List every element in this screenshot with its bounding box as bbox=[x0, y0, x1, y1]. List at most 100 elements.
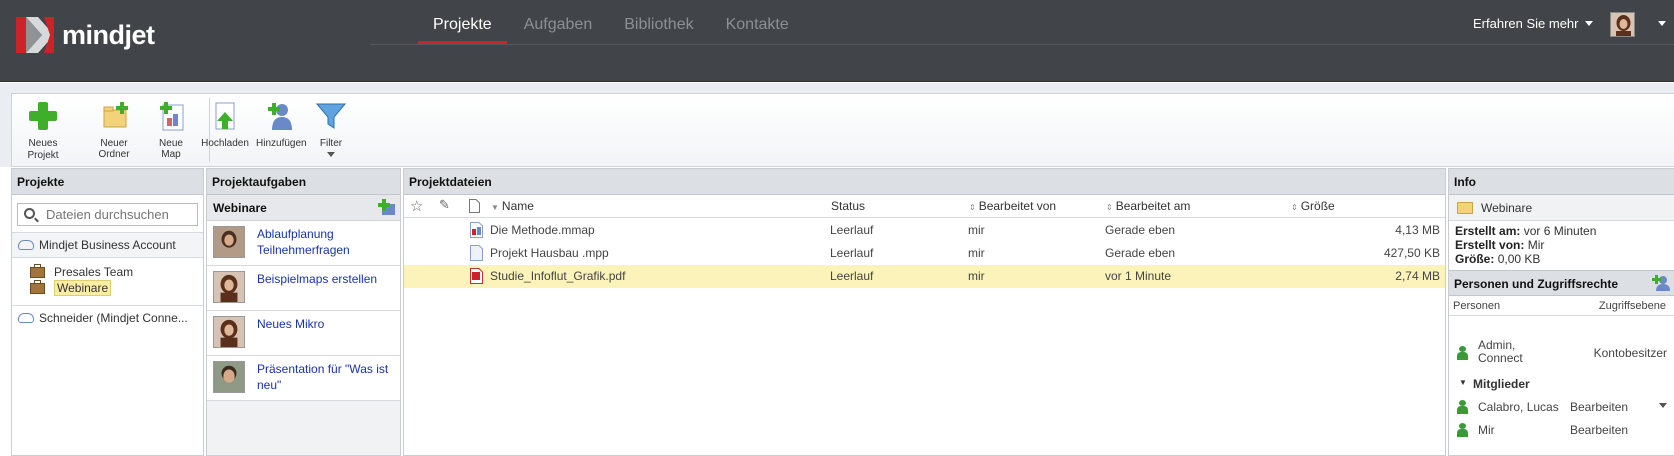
plus-icon bbox=[29, 102, 57, 130]
task-title: Präsentation für "Was ist neu" bbox=[257, 362, 389, 392]
person-access: Bearbeiten bbox=[1570, 423, 1629, 437]
col-persons: Personen bbox=[1453, 300, 1501, 312]
search-icon bbox=[24, 208, 35, 219]
tab-aufgaben[interactable]: Aufgaben bbox=[524, 16, 593, 42]
members-group-toggle[interactable]: ▼ Mitglieder bbox=[1449, 377, 1674, 393]
tree-item-webinare[interactable]: Webinare bbox=[30, 279, 203, 296]
person-avatar-icon bbox=[213, 226, 245, 258]
person-name: Admin, Connect bbox=[1478, 338, 1523, 365]
new-map-label: Neue Map bbox=[159, 138, 183, 160]
sort-icon: ⇕ bbox=[1291, 203, 1298, 212]
sort-icon: ⇕ bbox=[969, 203, 976, 212]
person-avatar-icon bbox=[213, 316, 245, 348]
file-type-icon[interactable] bbox=[469, 199, 480, 213]
task-item[interactable]: Neues Mikro bbox=[207, 311, 400, 356]
file-edited-at: Gerade eben bbox=[1105, 223, 1176, 237]
table-row[interactable]: Die Methode.mmap Leerlauf mir Gerade ebe… bbox=[404, 219, 1445, 242]
access-level-select[interactable]: Bearbeiten bbox=[1570, 400, 1628, 414]
created-at-label: Erstellt am: bbox=[1455, 224, 1521, 238]
tree-item-label: Webinare bbox=[54, 280, 112, 296]
upload-button[interactable]: Hochladen bbox=[201, 94, 249, 149]
table-row-selected[interactable]: Studie_Infoflut_Grafik.pdf Leerlauf mir … bbox=[404, 265, 1445, 288]
person-icon bbox=[1457, 400, 1468, 414]
new-map-button[interactable]: Neue Map bbox=[148, 94, 194, 160]
tab-projekte[interactable]: Projekte bbox=[418, 16, 507, 45]
filter-button[interactable]: Filter bbox=[311, 94, 351, 157]
star-icon[interactable]: ☆ bbox=[410, 197, 423, 215]
cloud-icon bbox=[18, 240, 34, 250]
search-box[interactable] bbox=[17, 203, 198, 226]
tab-bibliothek[interactable]: Bibliothek bbox=[624, 16, 693, 42]
table-row[interactable]: Projekt Hausbau .mpp Leerlauf mir Gerade… bbox=[404, 242, 1445, 265]
person-row[interactable]: Calabro, Lucas Bearbeiten bbox=[1449, 398, 1674, 418]
filter-chevron-down-icon bbox=[327, 152, 335, 157]
info-panel: Info Webinare Erstellt am: vor 6 Minuten… bbox=[1448, 168, 1674, 456]
col-name[interactable]: ▼ Name bbox=[491, 199, 534, 213]
file-status: Leerlauf bbox=[830, 246, 874, 260]
col-edited-at[interactable]: ⇕ Bearbeitet am bbox=[1106, 199, 1190, 213]
file-size: 427,50 KB bbox=[1383, 246, 1440, 260]
new-folder-button[interactable]: Neuer Ordner bbox=[84, 94, 144, 160]
file-name: Studie_Infoflut_Grafik.pdf bbox=[490, 269, 626, 283]
file-edited-at: vor 1 Minute bbox=[1105, 269, 1172, 283]
person-icon bbox=[1457, 346, 1468, 360]
tree-item-presales-team[interactable]: Presales Team bbox=[30, 263, 203, 280]
access-title: Personen und Zugriffsrechte bbox=[1454, 277, 1619, 291]
access-table-header: Personen Zugriffsebene bbox=[1449, 296, 1674, 316]
task-group-header: Webinare bbox=[207, 195, 400, 221]
file-status: Leerlauf bbox=[830, 223, 874, 237]
person-row-owner[interactable]: Admin, Connect Kontobesitzer bbox=[1449, 337, 1674, 373]
file-name: Die Methode.mmap bbox=[490, 223, 595, 237]
tasks-panel: Projektaufgaben Webinare Ablaufplanung T… bbox=[206, 168, 401, 456]
task-item[interactable]: Ablaufplanung Teilnehmerfragen bbox=[207, 221, 400, 266]
user-avatar[interactable] bbox=[1610, 12, 1635, 37]
mindmap-icon bbox=[470, 222, 483, 238]
files-panel: Projektdateien ☆ ✎ ▼ Name Status ⇕ Bearbei… bbox=[403, 168, 1446, 456]
sort-icon: ⇕ bbox=[1106, 203, 1113, 212]
checkout-icon[interactable]: ✎ bbox=[439, 197, 450, 213]
search-input[interactable] bbox=[46, 207, 196, 222]
account-row[interactable]: Mindjet Business Account bbox=[12, 232, 203, 258]
file-edited-by: mir bbox=[968, 223, 985, 237]
person-access: Kontobesitzer bbox=[1593, 346, 1667, 360]
add-user-icon bbox=[268, 103, 292, 130]
new-project-button[interactable]: Neues Projekt bbox=[18, 94, 68, 162]
tab-kontakte[interactable]: Kontakte bbox=[726, 16, 789, 42]
add-task-icon[interactable] bbox=[378, 199, 396, 216]
logo-text: mindjet bbox=[62, 19, 155, 50]
account-label-2: Schneider (Mindjet Conne... bbox=[39, 310, 188, 325]
briefcase-icon bbox=[30, 263, 45, 278]
access-chevron-down-icon[interactable] bbox=[1659, 403, 1667, 408]
user-menu-chevron-icon[interactable] bbox=[1658, 21, 1666, 26]
new-project-label: Neues Projekt bbox=[27, 138, 59, 161]
learn-more-menu[interactable]: Erfahren Sie mehr bbox=[1473, 16, 1593, 31]
task-title: Ablaufplanung Teilnehmerfragen bbox=[257, 227, 350, 257]
file-size: 2,74 MB bbox=[1395, 269, 1440, 283]
tree-item-label: Presales Team bbox=[54, 265, 134, 279]
task-item[interactable]: Präsentation für "Was ist neu" bbox=[207, 356, 400, 401]
created-by-value: Mir bbox=[1527, 238, 1545, 252]
mindjet-logo[interactable]: mindjet bbox=[16, 17, 155, 53]
file-name: Projekt Hausbau .mpp bbox=[490, 246, 609, 260]
upload-label: Hochladen bbox=[201, 138, 249, 149]
person-name: Mir bbox=[1478, 423, 1495, 437]
new-folder-icon bbox=[103, 102, 128, 128]
file-edited-at: Gerade eben bbox=[1105, 246, 1176, 260]
task-item[interactable]: Beispielmaps erstellen bbox=[207, 266, 400, 311]
briefcase-icon bbox=[30, 279, 45, 294]
add-person-icon[interactable] bbox=[1652, 275, 1670, 292]
cloud-icon bbox=[18, 312, 34, 323]
col-edited-by[interactable]: ⇕ Bearbeitet von bbox=[969, 199, 1056, 213]
filter-label: Filter bbox=[319, 138, 343, 149]
add-member-button[interactable]: Hinzufügen bbox=[256, 94, 307, 149]
col-status[interactable]: Status bbox=[831, 199, 865, 213]
account-row-2[interactable]: Schneider (Mindjet Conne... bbox=[12, 305, 203, 329]
pdf-icon bbox=[470, 268, 483, 284]
add-member-label: Hinzufügen bbox=[256, 138, 307, 149]
topbar-divider bbox=[370, 44, 1674, 45]
project-tree: Presales Team Webinare bbox=[12, 263, 203, 296]
person-name: Calabro, Lucas bbox=[1478, 400, 1559, 414]
projects-panel: Projekte Mindjet Business Account Presal… bbox=[11, 168, 204, 456]
col-size[interactable]: ⇕ Größe bbox=[1291, 199, 1335, 213]
person-row[interactable]: Mir Bearbeiten bbox=[1449, 421, 1674, 441]
